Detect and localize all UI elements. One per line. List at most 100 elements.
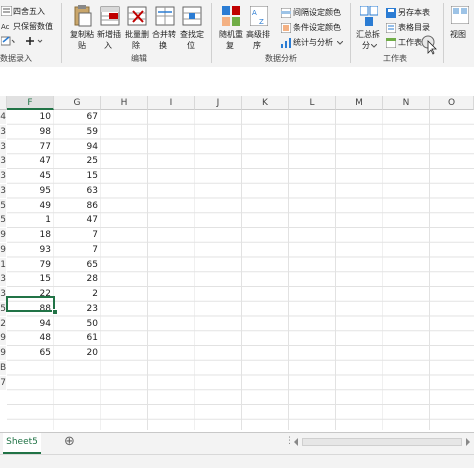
cell-f[interactable]: 98 bbox=[7, 125, 51, 139]
cell-f[interactable]: 1 bbox=[7, 213, 51, 227]
cell-g[interactable]: 25 bbox=[54, 154, 98, 168]
row-header[interactable]: 2 bbox=[0, 316, 6, 331]
insert-icon bbox=[100, 6, 120, 26]
save-sheet-button[interactable]: 另存本表 bbox=[398, 8, 430, 18]
stats-button[interactable]: 统计与分析 bbox=[293, 38, 333, 48]
insert-button[interactable]: 新增插 bbox=[97, 30, 121, 40]
sheet-dir-button[interactable]: 表格目录 bbox=[398, 23, 430, 33]
cell-g[interactable]: 23 bbox=[54, 302, 98, 316]
separator bbox=[350, 3, 351, 63]
row-header[interactable]: 3 bbox=[0, 124, 6, 139]
cell-g[interactable]: 59 bbox=[54, 125, 98, 139]
cell-f[interactable]: 48 bbox=[7, 331, 51, 345]
batch-delete-sub: 除 bbox=[132, 41, 140, 50]
add-sheet-icon[interactable]: ⊕ bbox=[64, 434, 75, 450]
cell-g[interactable]: 2 bbox=[54, 287, 98, 301]
column-header-l[interactable]: L bbox=[289, 96, 336, 110]
view-button[interactable]: 视图 bbox=[450, 30, 466, 40]
svg-text:Ac: Ac bbox=[1, 23, 10, 31]
cell-g[interactable]: 94 bbox=[54, 140, 98, 154]
summary-button[interactable]: 汇总拆 bbox=[356, 30, 380, 40]
cell-g[interactable]: 63 bbox=[54, 184, 98, 198]
cell-g[interactable]: 7 bbox=[54, 228, 98, 242]
copy-paste-button[interactable]: 复制粘 bbox=[70, 30, 94, 40]
cond-color-button[interactable]: 条件设定颜色 bbox=[293, 23, 341, 33]
find-button[interactable]: 查找定 bbox=[180, 30, 204, 40]
cell-g[interactable]: 50 bbox=[54, 317, 98, 331]
keep-value-button[interactable]: 只保留数值 bbox=[13, 22, 53, 32]
cell-f[interactable]: 65 bbox=[7, 346, 51, 360]
cell-g[interactable]: 65 bbox=[54, 258, 98, 272]
active-cell-selection[interactable] bbox=[6, 296, 55, 312]
cell-g[interactable]: 7 bbox=[54, 243, 98, 257]
round-button[interactable]: 四舍五入 bbox=[13, 7, 45, 17]
chevron-down-icon[interactable] bbox=[337, 41, 343, 45]
cell-f[interactable]: 77 bbox=[7, 140, 51, 154]
row-header[interactable]: 5 bbox=[0, 198, 6, 213]
sheet-tab[interactable]: Sheet5 bbox=[3, 433, 41, 454]
scroll-left-icon[interactable] bbox=[293, 438, 299, 446]
cell-g[interactable]: 28 bbox=[54, 272, 98, 286]
row-header[interactable]: 9 bbox=[0, 331, 6, 346]
cell-f[interactable]: 95 bbox=[7, 184, 51, 198]
round-icon bbox=[1, 6, 12, 16]
column-header-h[interactable]: H bbox=[101, 96, 148, 110]
row-header[interactable]: 9 bbox=[0, 242, 6, 257]
column-header-j[interactable]: J bbox=[195, 96, 242, 110]
row-header[interactable]: 4 bbox=[0, 110, 6, 124]
cell-g[interactable]: 86 bbox=[54, 199, 98, 213]
view-icon bbox=[451, 6, 469, 24]
row-header[interactable]: 3 bbox=[0, 139, 6, 154]
cell-f[interactable]: 15 bbox=[7, 272, 51, 286]
column-header-m[interactable]: M bbox=[336, 96, 383, 110]
column-header-f[interactable]: F bbox=[7, 96, 54, 110]
data-entry-group-label: 数据录入 bbox=[0, 54, 32, 63]
row-header[interactable]: 3 bbox=[0, 272, 6, 287]
cell-f[interactable]: 94 bbox=[7, 317, 51, 331]
fill-handle[interactable] bbox=[52, 309, 58, 315]
cell-f[interactable]: 10 bbox=[7, 110, 51, 124]
row-header[interactable]: 7 bbox=[0, 375, 6, 390]
sheet-tab-bar: Sheet5 ⊕ ⋮ bbox=[0, 432, 474, 455]
horizontal-scrollbar[interactable] bbox=[302, 438, 462, 446]
scroll-right-icon[interactable] bbox=[465, 438, 471, 446]
adv-sort-button[interactable]: 高级排 bbox=[246, 30, 270, 40]
row-header[interactable]: 9 bbox=[0, 228, 6, 242]
random-button[interactable]: 随机重 bbox=[219, 30, 243, 40]
row-header[interactable]: 3 bbox=[0, 154, 6, 169]
plus-icon[interactable] bbox=[26, 36, 44, 46]
row-header[interactable]: 5 bbox=[0, 213, 6, 228]
worksheet-button[interactable]: 工作表 bbox=[398, 38, 422, 48]
merge-button[interactable]: 合并转 bbox=[152, 30, 176, 40]
column-header-k[interactable]: K bbox=[242, 96, 289, 110]
chevron-down-icon[interactable] bbox=[371, 44, 377, 48]
row-header[interactable]: 3 bbox=[0, 169, 6, 183]
cell-f[interactable]: 93 bbox=[7, 243, 51, 257]
edit-check-icon[interactable] bbox=[1, 36, 15, 46]
column-header-g[interactable]: G bbox=[54, 96, 101, 110]
column-header-n[interactable]: N bbox=[383, 96, 430, 110]
row-header[interactable]: 3 bbox=[0, 183, 6, 198]
cell-g[interactable]: 47 bbox=[54, 213, 98, 227]
cell-g[interactable]: 61 bbox=[54, 331, 98, 345]
cursor-circle-icon bbox=[421, 35, 437, 55]
column-header-o[interactable]: O bbox=[430, 96, 474, 110]
cell-g[interactable]: 15 bbox=[54, 169, 98, 183]
row-header-corner[interactable] bbox=[0, 96, 7, 110]
row-header[interactable]: 1 bbox=[0, 257, 6, 272]
cell-f[interactable]: 47 bbox=[7, 154, 51, 168]
separator bbox=[211, 3, 212, 63]
random-icon bbox=[222, 6, 240, 26]
cell-f[interactable]: 18 bbox=[7, 228, 51, 242]
interval-color-button[interactable]: 间隔设定颜色 bbox=[293, 8, 341, 18]
cell-g[interactable]: 67 bbox=[54, 110, 98, 124]
cell-f[interactable]: 79 bbox=[7, 258, 51, 272]
cell-f[interactable]: 49 bbox=[7, 199, 51, 213]
row-header[interactable]: 9 bbox=[0, 346, 6, 360]
ribbon: 四舍五入 Ac 只保留数值 数据录入 复制粘 贴 新增插 入 批量删 除 合并转… bbox=[0, 0, 474, 68]
cell-g[interactable]: 20 bbox=[54, 346, 98, 360]
cell-f[interactable]: 45 bbox=[7, 169, 51, 183]
column-header-i[interactable]: I bbox=[148, 96, 195, 110]
batch-delete-button[interactable]: 批量删 bbox=[125, 30, 149, 40]
row-header[interactable]: B bbox=[0, 360, 6, 375]
